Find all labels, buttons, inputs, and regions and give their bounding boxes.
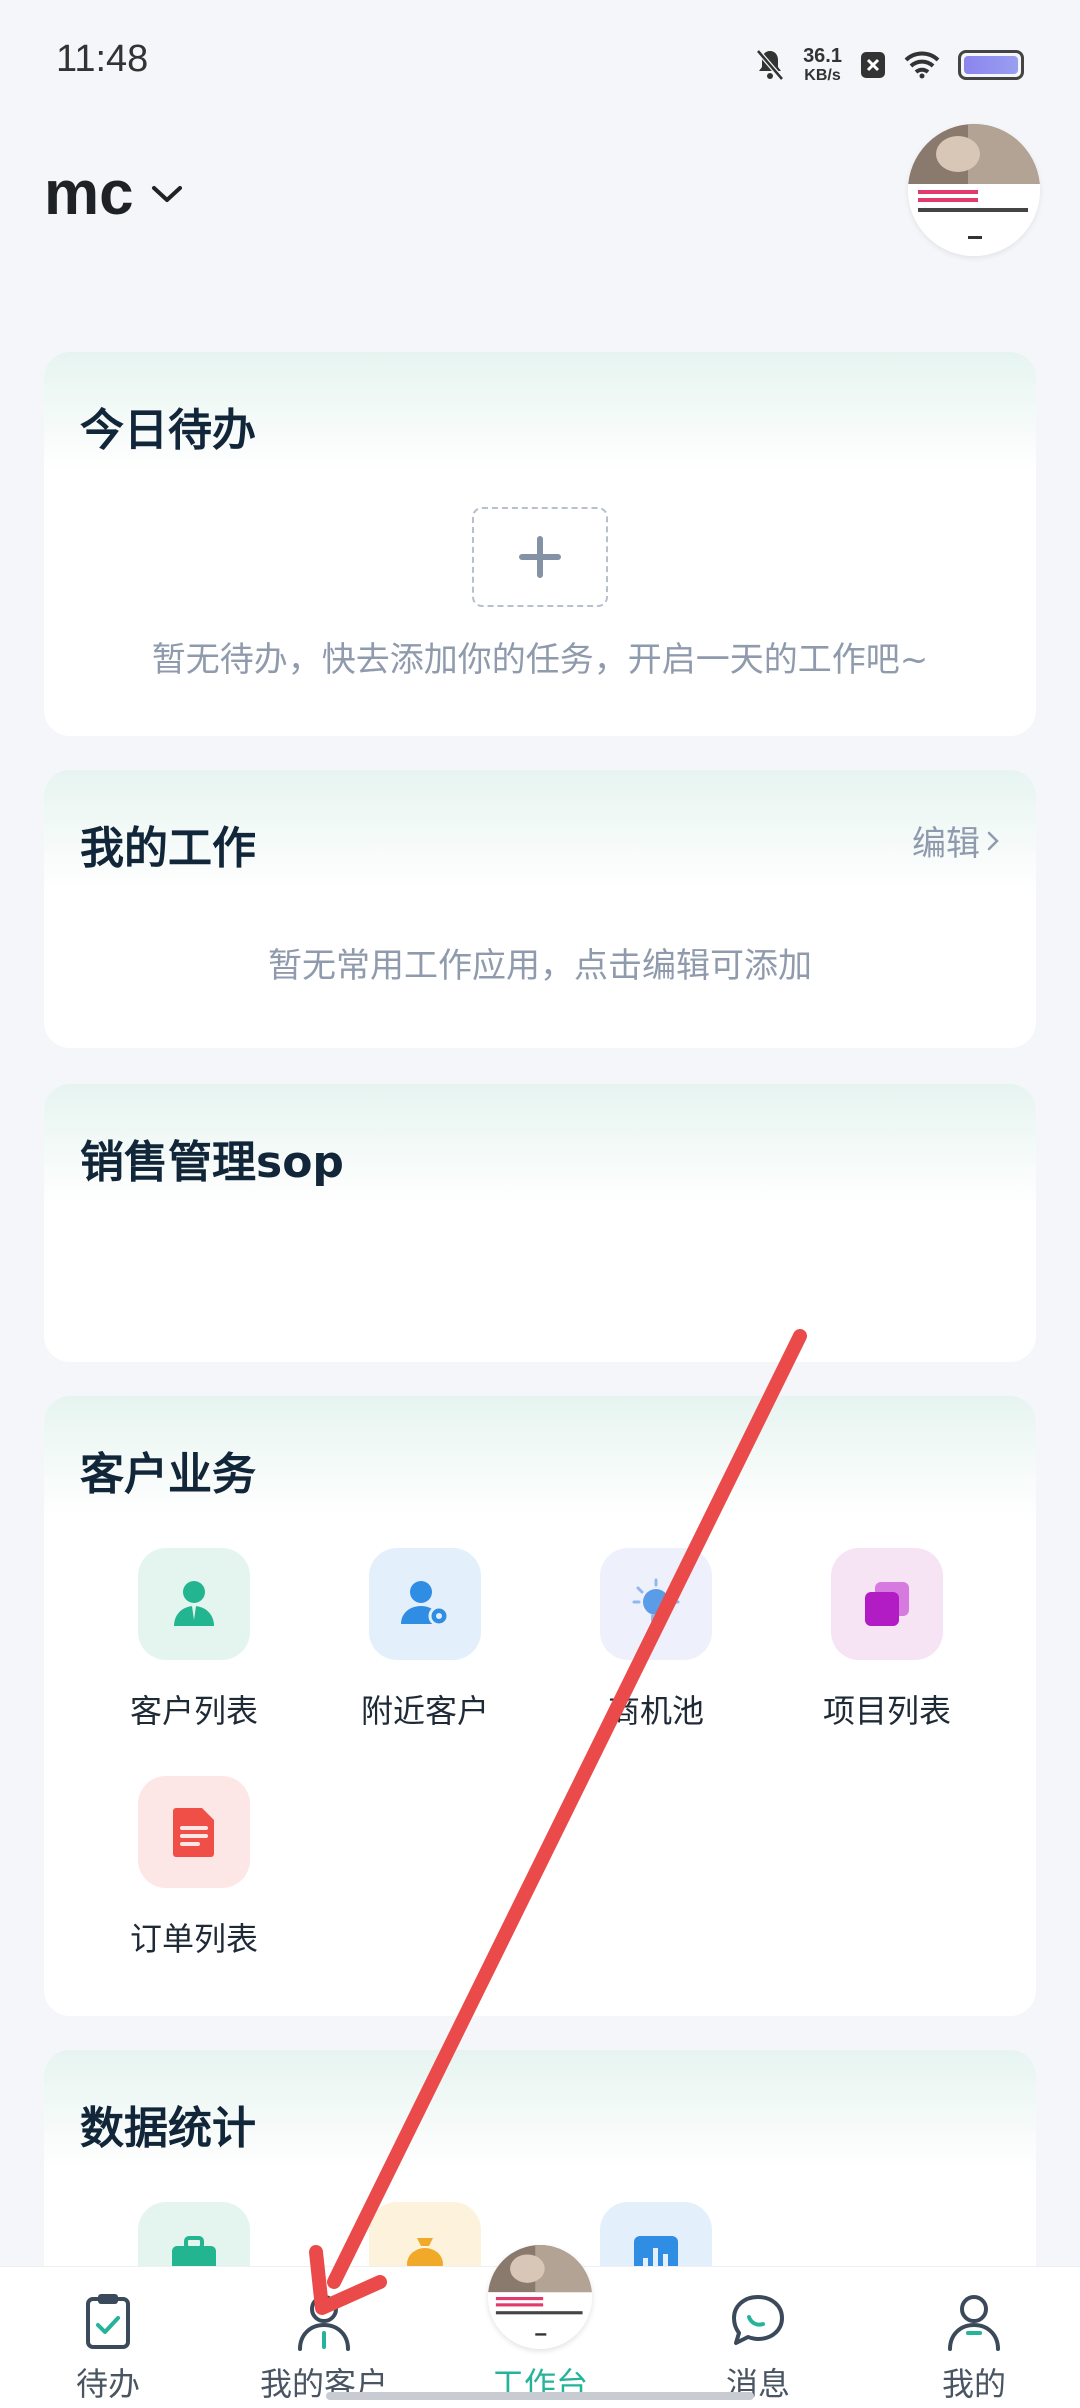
- network-speed: 36.1 KB/s: [803, 46, 842, 84]
- order-list-icon: [138, 1776, 250, 1888]
- notification-x-icon: [861, 52, 885, 78]
- account-name: mc: [44, 159, 134, 228]
- status-icons: 36.1 KB/s: [755, 40, 1024, 90]
- grid-item-order-list[interactable]: 订单列表: [79, 1776, 309, 1960]
- grid-label: 商机池: [607, 1692, 704, 1730]
- customer-business-card: 客户业务 客户列表 附近客户 商机池 项目列表 订单列表: [44, 1396, 1036, 2016]
- mute-bell-icon: [756, 49, 784, 81]
- todo-title: 今日待办: [80, 405, 256, 456]
- my-work-title: 我的工作: [80, 823, 256, 874]
- nav-label: 待办: [75, 2365, 140, 2403]
- plus-icon: [519, 536, 561, 578]
- avatar-image: [908, 124, 1040, 256]
- data-stats-title: 数据统计: [80, 2103, 256, 2154]
- opportunity-pool-icon: [600, 1548, 712, 1660]
- grid-item-project-list[interactable]: 项目列表: [772, 1548, 1002, 1732]
- bottom-nav: 待办 我的客户 工作台 消息 我的: [0, 2245, 1080, 2408]
- grid-item-customer-list[interactable]: 客户列表: [79, 1548, 309, 1732]
- nav-item-me[interactable]: 我的: [874, 2267, 1074, 2408]
- nav-label: 我的: [941, 2365, 1006, 2403]
- network-speed-value: 36.1: [803, 45, 842, 67]
- grid-label: 客户列表: [129, 1692, 258, 1730]
- status-time: 11:48: [56, 38, 149, 80]
- grid-item-opportunity-pool[interactable]: 商机池: [541, 1548, 771, 1732]
- workbench-page: 11:48 36.1 KB/s mc 今日待办 暂无待办，快去添加你的任务，开启…: [0, 0, 1080, 2408]
- todo-card: 今日待办 暂无待办，快去添加你的任务，开启一天的工作吧~: [44, 352, 1036, 736]
- sales-sop-title: 销售管理sop: [80, 1137, 344, 1188]
- network-speed-unit: KB/s: [804, 67, 841, 84]
- edit-label: 编辑: [912, 824, 980, 864]
- person-icon: [298, 2295, 350, 2351]
- workbench-thumbnail: [488, 2245, 592, 2349]
- customer-list-icon: [138, 1548, 250, 1660]
- grid-label: 订单列表: [129, 1920, 258, 1958]
- grid-label: 附近客户: [360, 1692, 489, 1730]
- customer-business-title: 客户业务: [80, 1449, 256, 1500]
- chat-bubble-icon: [732, 2295, 784, 2345]
- nav-item-todo[interactable]: 待办: [8, 2267, 208, 2408]
- nav-item-my-customers[interactable]: 我的客户: [224, 2267, 424, 2408]
- project-list-icon: [831, 1548, 943, 1660]
- nav-item-messages[interactable]: 消息: [658, 2267, 858, 2408]
- sales-sop-card: 销售管理sop: [44, 1084, 1036, 1362]
- home-indicator: [326, 2392, 754, 2400]
- my-work-empty-text: 暂无常用工作应用，点击编辑可添加: [268, 946, 812, 986]
- profile-icon: [948, 2295, 1000, 2351]
- avatar[interactable]: [908, 124, 1040, 256]
- edit-link[interactable]: 编辑: [912, 816, 1000, 865]
- wifi-icon: [904, 51, 940, 79]
- battery-icon: [958, 50, 1024, 80]
- account-switcher[interactable]: mc: [44, 158, 184, 229]
- chevron-right-icon: [987, 831, 999, 850]
- nav-item-workbench[interactable]: 工作台: [440, 2245, 640, 2408]
- status-bar: 11:48 36.1 KB/s: [0, 0, 1080, 120]
- chevron-down-icon: [151, 185, 182, 202]
- todo-empty-text: 暂无待办，快去添加你的任务，开启一天的工作吧~: [151, 640, 929, 680]
- clipboard-check-icon: [86, 2294, 130, 2349]
- grid-item-nearby-customer[interactable]: 附近客户: [310, 1548, 540, 1732]
- my-work-card: 我的工作 编辑 暂无常用工作应用，点击编辑可添加: [44, 770, 1036, 1048]
- header: mc: [0, 124, 1080, 300]
- add-todo-button[interactable]: [472, 507, 608, 607]
- grid-label: 项目列表: [822, 1692, 951, 1730]
- nearby-customer-icon: [369, 1548, 481, 1660]
